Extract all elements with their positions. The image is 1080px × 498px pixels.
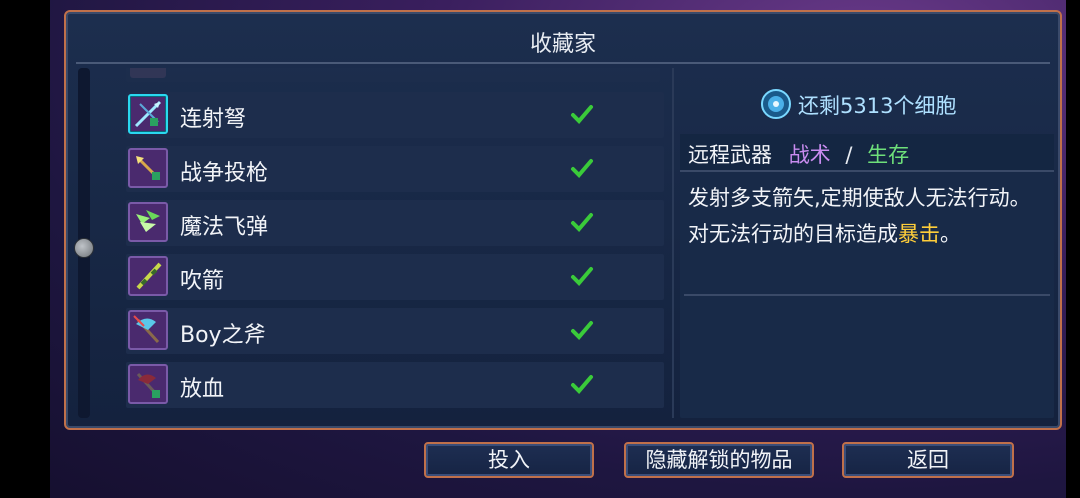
description-end: 。 bbox=[940, 222, 961, 246]
title-divider bbox=[76, 62, 1050, 64]
tag-survival: 生存 bbox=[867, 143, 910, 167]
bloodletting-icon bbox=[128, 364, 168, 404]
collector-panel: 收藏家 连射弩 战争投枪 魔法飞弹 吹箭 Boy之斧 放血 还剩5313个细胞 … bbox=[64, 10, 1062, 430]
list-item-blowgun[interactable]: 吹箭 bbox=[126, 254, 664, 300]
check-icon bbox=[570, 372, 594, 396]
partial-item-icon bbox=[130, 68, 166, 78]
check-icon bbox=[570, 264, 594, 288]
magic-missiles-icon bbox=[128, 202, 168, 242]
invest-button[interactable]: 投入 bbox=[424, 442, 594, 478]
description-text: 发射多支箭矢,定期使敌人无法行动。对无法行动的目标造成 bbox=[688, 186, 1031, 246]
weapon-type-label: 远程武器 bbox=[688, 143, 772, 167]
item-label: 放血 bbox=[180, 377, 225, 402]
left-black-bar bbox=[0, 0, 50, 498]
check-icon bbox=[570, 156, 594, 180]
item-label: 连射弩 bbox=[180, 107, 247, 132]
boy-axe-icon bbox=[128, 310, 168, 350]
item-label: 战争投枪 bbox=[180, 161, 269, 186]
item-list: 连射弩 战争投枪 魔法飞弹 吹箭 Boy之斧 放血 bbox=[96, 68, 670, 418]
scrollbar-knob[interactable] bbox=[74, 238, 94, 258]
item-description: 发射多支箭矢,定期使敌人无法行动。对无法行动的目标造成暴击。 bbox=[688, 180, 1044, 252]
item-info-box: 远程武器 战术 / 生存 发射多支箭矢,定期使敌人无法行动。对无法行动的目标造成… bbox=[680, 134, 1054, 418]
repeater-crossbow-icon bbox=[128, 94, 168, 134]
list-item-war-javelin[interactable]: 战争投枪 bbox=[126, 146, 664, 192]
cells-remaining-text: 还剩5313个细胞 bbox=[798, 94, 957, 118]
info-header: 远程武器 战术 / 生存 bbox=[680, 134, 1054, 172]
check-icon bbox=[570, 210, 594, 234]
cell-orb-icon bbox=[760, 88, 792, 120]
list-item-bloodletting[interactable]: 放血 bbox=[126, 362, 664, 408]
check-icon bbox=[570, 318, 594, 342]
weapon-category: 远程武器 战术 / 生存 bbox=[688, 139, 909, 169]
item-label: 魔法飞弹 bbox=[180, 215, 269, 240]
tag-tactic: 战术 bbox=[788, 143, 831, 167]
list-item-repeater-crossbow[interactable]: 连射弩 bbox=[126, 92, 664, 138]
hide-unlocked-button[interactable]: 隐藏解锁的物品 bbox=[624, 442, 814, 478]
info-divider bbox=[684, 294, 1050, 296]
tag-separator: / bbox=[845, 143, 853, 167]
check-icon bbox=[570, 102, 594, 126]
panel-title: 收藏家 bbox=[529, 32, 596, 57]
right-black-bar bbox=[1066, 0, 1080, 498]
back-button[interactable]: 返回 bbox=[842, 442, 1014, 478]
blowgun-icon bbox=[128, 256, 168, 296]
list-item-magic-missiles[interactable]: 魔法飞弹 bbox=[126, 200, 664, 246]
list-item-partial[interactable] bbox=[126, 68, 660, 82]
column-divider bbox=[672, 68, 674, 418]
item-label: 吹箭 bbox=[180, 269, 225, 294]
war-javelin-icon bbox=[128, 148, 168, 188]
list-item-boy-axe[interactable]: Boy之斧 bbox=[126, 308, 664, 354]
cells-counter: 还剩5313个细胞 bbox=[760, 88, 980, 120]
item-label: Boy之斧 bbox=[180, 323, 266, 348]
crit-keyword: 暴击 bbox=[898, 222, 940, 246]
